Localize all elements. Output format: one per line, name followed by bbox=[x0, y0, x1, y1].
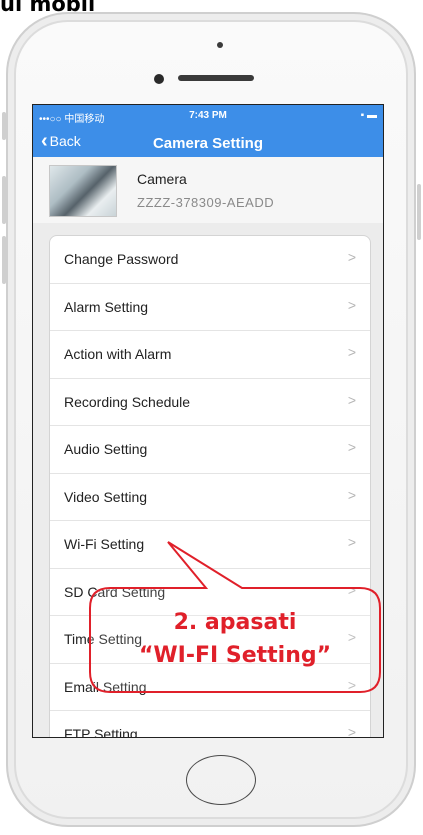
settings-item-label: Wi-Fi Setting bbox=[64, 536, 145, 552]
chevron-right-icon: > bbox=[347, 486, 356, 503]
chevron-right-icon: > bbox=[347, 439, 356, 455]
device-name: Camera bbox=[137, 171, 187, 187]
settings-item-label: FTP Setting bbox=[64, 726, 138, 738]
settings-item-label: Action with Alarm bbox=[64, 346, 172, 362]
settings-item-label: Change Password bbox=[64, 251, 179, 267]
chevron-right-icon: > bbox=[347, 581, 356, 598]
settings-item[interactable]: Alarm Setting > bbox=[50, 284, 370, 331]
proximity-sensor-icon bbox=[217, 42, 223, 48]
earpiece-speaker-icon bbox=[178, 75, 254, 81]
settings-item-label: Email Setting bbox=[64, 678, 147, 695]
volume-up-button[interactable] bbox=[2, 176, 6, 224]
settings-item-label: Recording Schedule bbox=[64, 393, 191, 410]
chevron-right-icon: > bbox=[347, 724, 356, 738]
nav-bar: ‹ Back Camera Setting bbox=[33, 127, 383, 157]
settings-item[interactable]: Action with Alarm > bbox=[50, 331, 370, 379]
front-camera-icon bbox=[154, 74, 164, 84]
settings-item-label: Audio Setting bbox=[64, 441, 148, 457]
settings-item[interactable]: Change Password > bbox=[50, 236, 370, 284]
volume-down-button[interactable] bbox=[2, 236, 6, 284]
annotation-line-2: “WI-FI Setting” bbox=[138, 643, 332, 668]
camera-thumbnail bbox=[49, 165, 117, 217]
settings-item-label: SD Card Setting bbox=[64, 583, 166, 600]
chevron-right-icon: > bbox=[347, 534, 356, 550]
battery-icon: ▪ ▬ bbox=[360, 110, 377, 121]
settings-item[interactable]: FTP Setting > bbox=[50, 711, 370, 738]
power-button[interactable] bbox=[417, 184, 421, 240]
page-title: Camera Setting bbox=[152, 135, 264, 152]
status-time: 7:43 PM bbox=[189, 110, 227, 121]
settings-item[interactable]: Recording Schedule > bbox=[50, 379, 370, 426]
mute-switch[interactable] bbox=[2, 112, 6, 140]
chevron-right-icon: > bbox=[347, 344, 356, 360]
annotation-text: 2. apasati “WI-FI Setting” bbox=[92, 606, 378, 672]
chevron-right-icon: > bbox=[347, 249, 356, 265]
device-id: ZZZZ-378309-AEADD bbox=[137, 195, 275, 210]
settings-item[interactable]: Audio Setting > bbox=[50, 426, 370, 474]
settings-item[interactable]: Video Setting > bbox=[50, 474, 370, 521]
chevron-right-icon: > bbox=[347, 676, 356, 693]
settings-item[interactable]: Wi-Fi Setting > bbox=[50, 521, 370, 569]
settings-item-label: Alarm Setting bbox=[64, 298, 149, 315]
chevron-right-icon: > bbox=[347, 391, 356, 408]
annotation-line-1: 2. apasati bbox=[173, 610, 297, 635]
status-bar: •••○○ 中国移动 7:43 PM ▪ ▬ bbox=[33, 105, 383, 127]
settings-item-label: Video Setting bbox=[64, 488, 148, 505]
chevron-right-icon: > bbox=[347, 296, 356, 313]
device-header: Camera ZZZZ-378309-AEADD bbox=[33, 157, 383, 223]
home-button[interactable] bbox=[186, 755, 256, 805]
